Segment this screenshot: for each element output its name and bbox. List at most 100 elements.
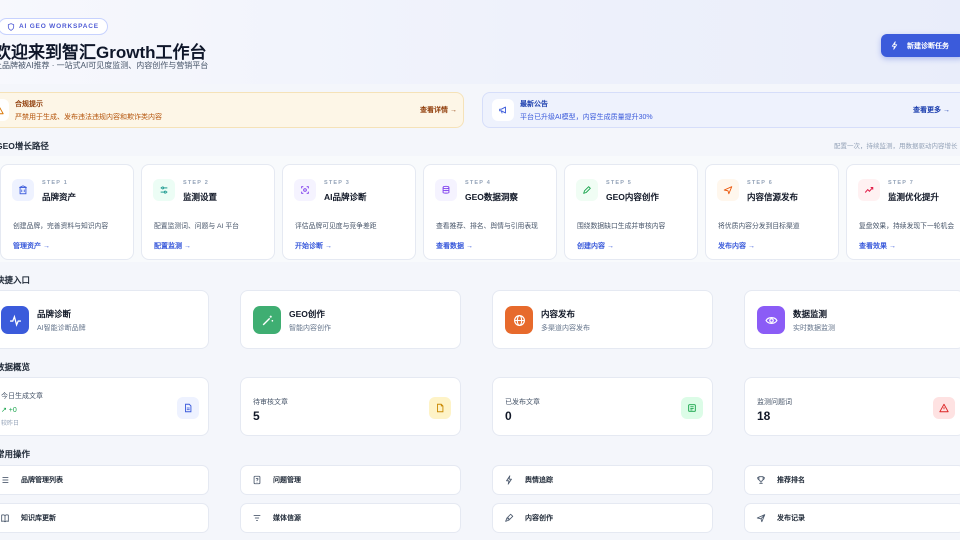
stat-icon-wrap [177, 397, 199, 419]
step-icon-wrap [294, 179, 316, 201]
action-label: 知识库更新 [21, 515, 56, 522]
growth-section-title: GEO增长路径 [0, 141, 49, 151]
compliance-desc: 严禁用于生成、发布违法违规内容和欺诈类内容 [15, 113, 162, 121]
stat-icon-wrap [429, 397, 451, 419]
trend-up-icon [864, 187, 874, 193]
stat-trend: ↗ +0 [1, 407, 17, 414]
newspaper-icon [688, 404, 696, 412]
paper-plane-icon [756, 514, 766, 523]
quick-subtitle: 实时数据监测 [793, 325, 835, 332]
action-label: 舆情追踪 [525, 477, 553, 484]
file-pending-icon [437, 403, 444, 413]
step-desc: 复盘效果，持续发现下一轮机会 [859, 223, 955, 230]
step-link[interactable]: 查看效果 → [859, 241, 896, 251]
stat-value: 5 [253, 409, 260, 423]
step-number: STEP 5 [606, 180, 633, 186]
quick-section-title: 快捷入口 [0, 275, 31, 285]
step-title: 内容信源发布 [747, 192, 799, 202]
growth-step-card[interactable]: STEP 3 AI品牌诊断 评估品牌可见度与竞争差距 开始诊断 → [282, 164, 416, 260]
quick-icon-wrap [505, 306, 533, 334]
sliders-icon [160, 186, 168, 194]
step-title: 监测优化提升 [888, 192, 940, 202]
step-link[interactable]: 创建内容 → [577, 241, 614, 251]
globe-icon [513, 314, 525, 326]
quick-icon-wrap [1, 306, 29, 334]
quick-action-item[interactable]: 推荐排名 [744, 465, 960, 495]
step-link[interactable]: 配置监测 → [154, 241, 191, 251]
action-label: 媒体信源 [273, 515, 301, 522]
step-title: 监测设置 [183, 192, 218, 202]
announcement-more-link[interactable]: 查看更多 → [913, 105, 950, 115]
action-label: 推荐排名 [777, 477, 805, 484]
quick-title: 内容发布 [541, 309, 576, 319]
stat-card: 已发布文章 0 [492, 377, 713, 436]
step-desc: 创建品牌，完善资料与知识内容 [13, 223, 109, 230]
list-icon [2, 477, 9, 483]
compliance-details-link[interactable]: 查看详情 → [420, 105, 457, 115]
stat-card: 待审核文章 5 [240, 377, 461, 436]
stat-foot: 较昨日 [1, 421, 20, 427]
action-label: 内容创作 [525, 515, 553, 522]
quick-entry-card[interactable]: 内容发布 多渠道内容发布 [492, 290, 713, 349]
quick-entry-card[interactable]: 品牌诊断 AI智能诊断品牌 [0, 290, 209, 349]
document-icon [185, 403, 192, 413]
growth-step-card[interactable]: STEP 1 品牌资产 创建品牌，完善资料与知识内容 管理资产 → [0, 164, 134, 260]
quick-entry-card[interactable]: 数据监测 实时数据监测 [744, 290, 960, 349]
database-icon [442, 185, 450, 194]
quick-action-item[interactable]: 媒体信源 [240, 503, 461, 533]
quick-action-item[interactable]: 发布记录 [744, 503, 960, 533]
workspace-chip: AI GEO WORKSPACE [0, 18, 108, 35]
step-icon-wrap [576, 179, 598, 201]
action-label: 问题管理 [273, 477, 301, 484]
workspace-page: AI GEO WORKSPACE 欢迎来到智汇Growth工作台 让品牌被AI推… [0, 0, 960, 540]
step-desc: 配置监测词、问题与 AI 平台 [154, 223, 239, 230]
shield-icon [7, 22, 15, 31]
announcement-desc: 平台已升级AI模型，内容生成质量提升30% [520, 113, 653, 121]
stat-label: 已发布文章 [505, 399, 540, 406]
quick-action-item[interactable]: 问题管理 [240, 465, 461, 495]
step-number: STEP 3 [324, 180, 351, 186]
alert-triangle-icon [0, 99, 9, 121]
send-icon [723, 186, 733, 195]
growth-section-note: 配置一次，持续监测，用数据驱动内容增长 [834, 143, 958, 150]
quick-entry-card[interactable]: GEO创作 智能内容创作 [240, 290, 461, 349]
step-icon-wrap [858, 179, 880, 201]
question-file-icon [253, 475, 261, 485]
step-number: STEP 2 [183, 180, 210, 186]
quick-action-item[interactable]: 内容创作 [492, 503, 713, 533]
step-icon-wrap [717, 179, 739, 201]
step-link[interactable]: 发布内容 → [718, 241, 755, 251]
stat-label: 今日生成文章 [1, 393, 43, 400]
action-label: 发布记录 [777, 515, 805, 522]
step-link[interactable]: 管理资产 → [13, 241, 50, 251]
step-title: GEO内容创作 [606, 192, 659, 202]
growth-step-card[interactable]: STEP 6 内容信源发布 将优质内容分发到目标渠道 发布内容 → [705, 164, 839, 260]
growth-step-card[interactable]: STEP 7 监测优化提升 复盘效果，持续发现下一轮机会 查看效果 → [846, 164, 960, 260]
eye-icon [764, 316, 778, 324]
growth-step-card[interactable]: STEP 2 监测设置 配置监测词、问题与 AI 平台 配置监测 → [141, 164, 275, 260]
announcement-title: 最新公告 [520, 100, 548, 108]
bolt-icon [891, 41, 898, 50]
new-diagnosis-button[interactable]: 新建诊断任务 [881, 34, 960, 57]
step-desc: 查看推荐、排名、舆情与引用表现 [436, 223, 538, 230]
quick-action-item[interactable]: 舆情追踪 [492, 465, 713, 495]
quick-title: 数据监测 [793, 309, 828, 319]
step-desc: 围绕数据缺口生成并审核内容 [577, 223, 666, 230]
warning-icon [939, 403, 949, 413]
step-title: GEO数据洞察 [465, 192, 518, 202]
workspace-chip-label: AI GEO WORKSPACE [19, 23, 99, 30]
announcement-notice: 最新公告 平台已升级AI模型，内容生成质量提升30% 查看更多 → [482, 92, 960, 128]
growth-step-card[interactable]: STEP 5 GEO内容创作 围绕数据缺口生成并审核内容 创建内容 → [564, 164, 698, 260]
quick-action-item[interactable]: 知识库更新 [0, 503, 209, 533]
step-link[interactable]: 开始诊断 → [295, 241, 332, 251]
filter-icon [253, 515, 261, 521]
bolt-icon [506, 475, 512, 485]
step-desc: 评估品牌可见度与竞争差距 [295, 223, 377, 230]
quick-action-item[interactable]: 品牌管理列表 [0, 465, 209, 495]
growth-step-card[interactable]: STEP 4 GEO数据洞察 查看推荐、排名、舆情与引用表现 查看数据 → [423, 164, 557, 260]
stat-value: 18 [757, 409, 771, 423]
compliance-title: 合规提示 [15, 100, 43, 108]
step-link[interactable]: 查看数据 → [436, 241, 473, 251]
quick-icon-wrap [253, 306, 281, 334]
step-desc: 将优质内容分发到目标渠道 [718, 223, 800, 230]
